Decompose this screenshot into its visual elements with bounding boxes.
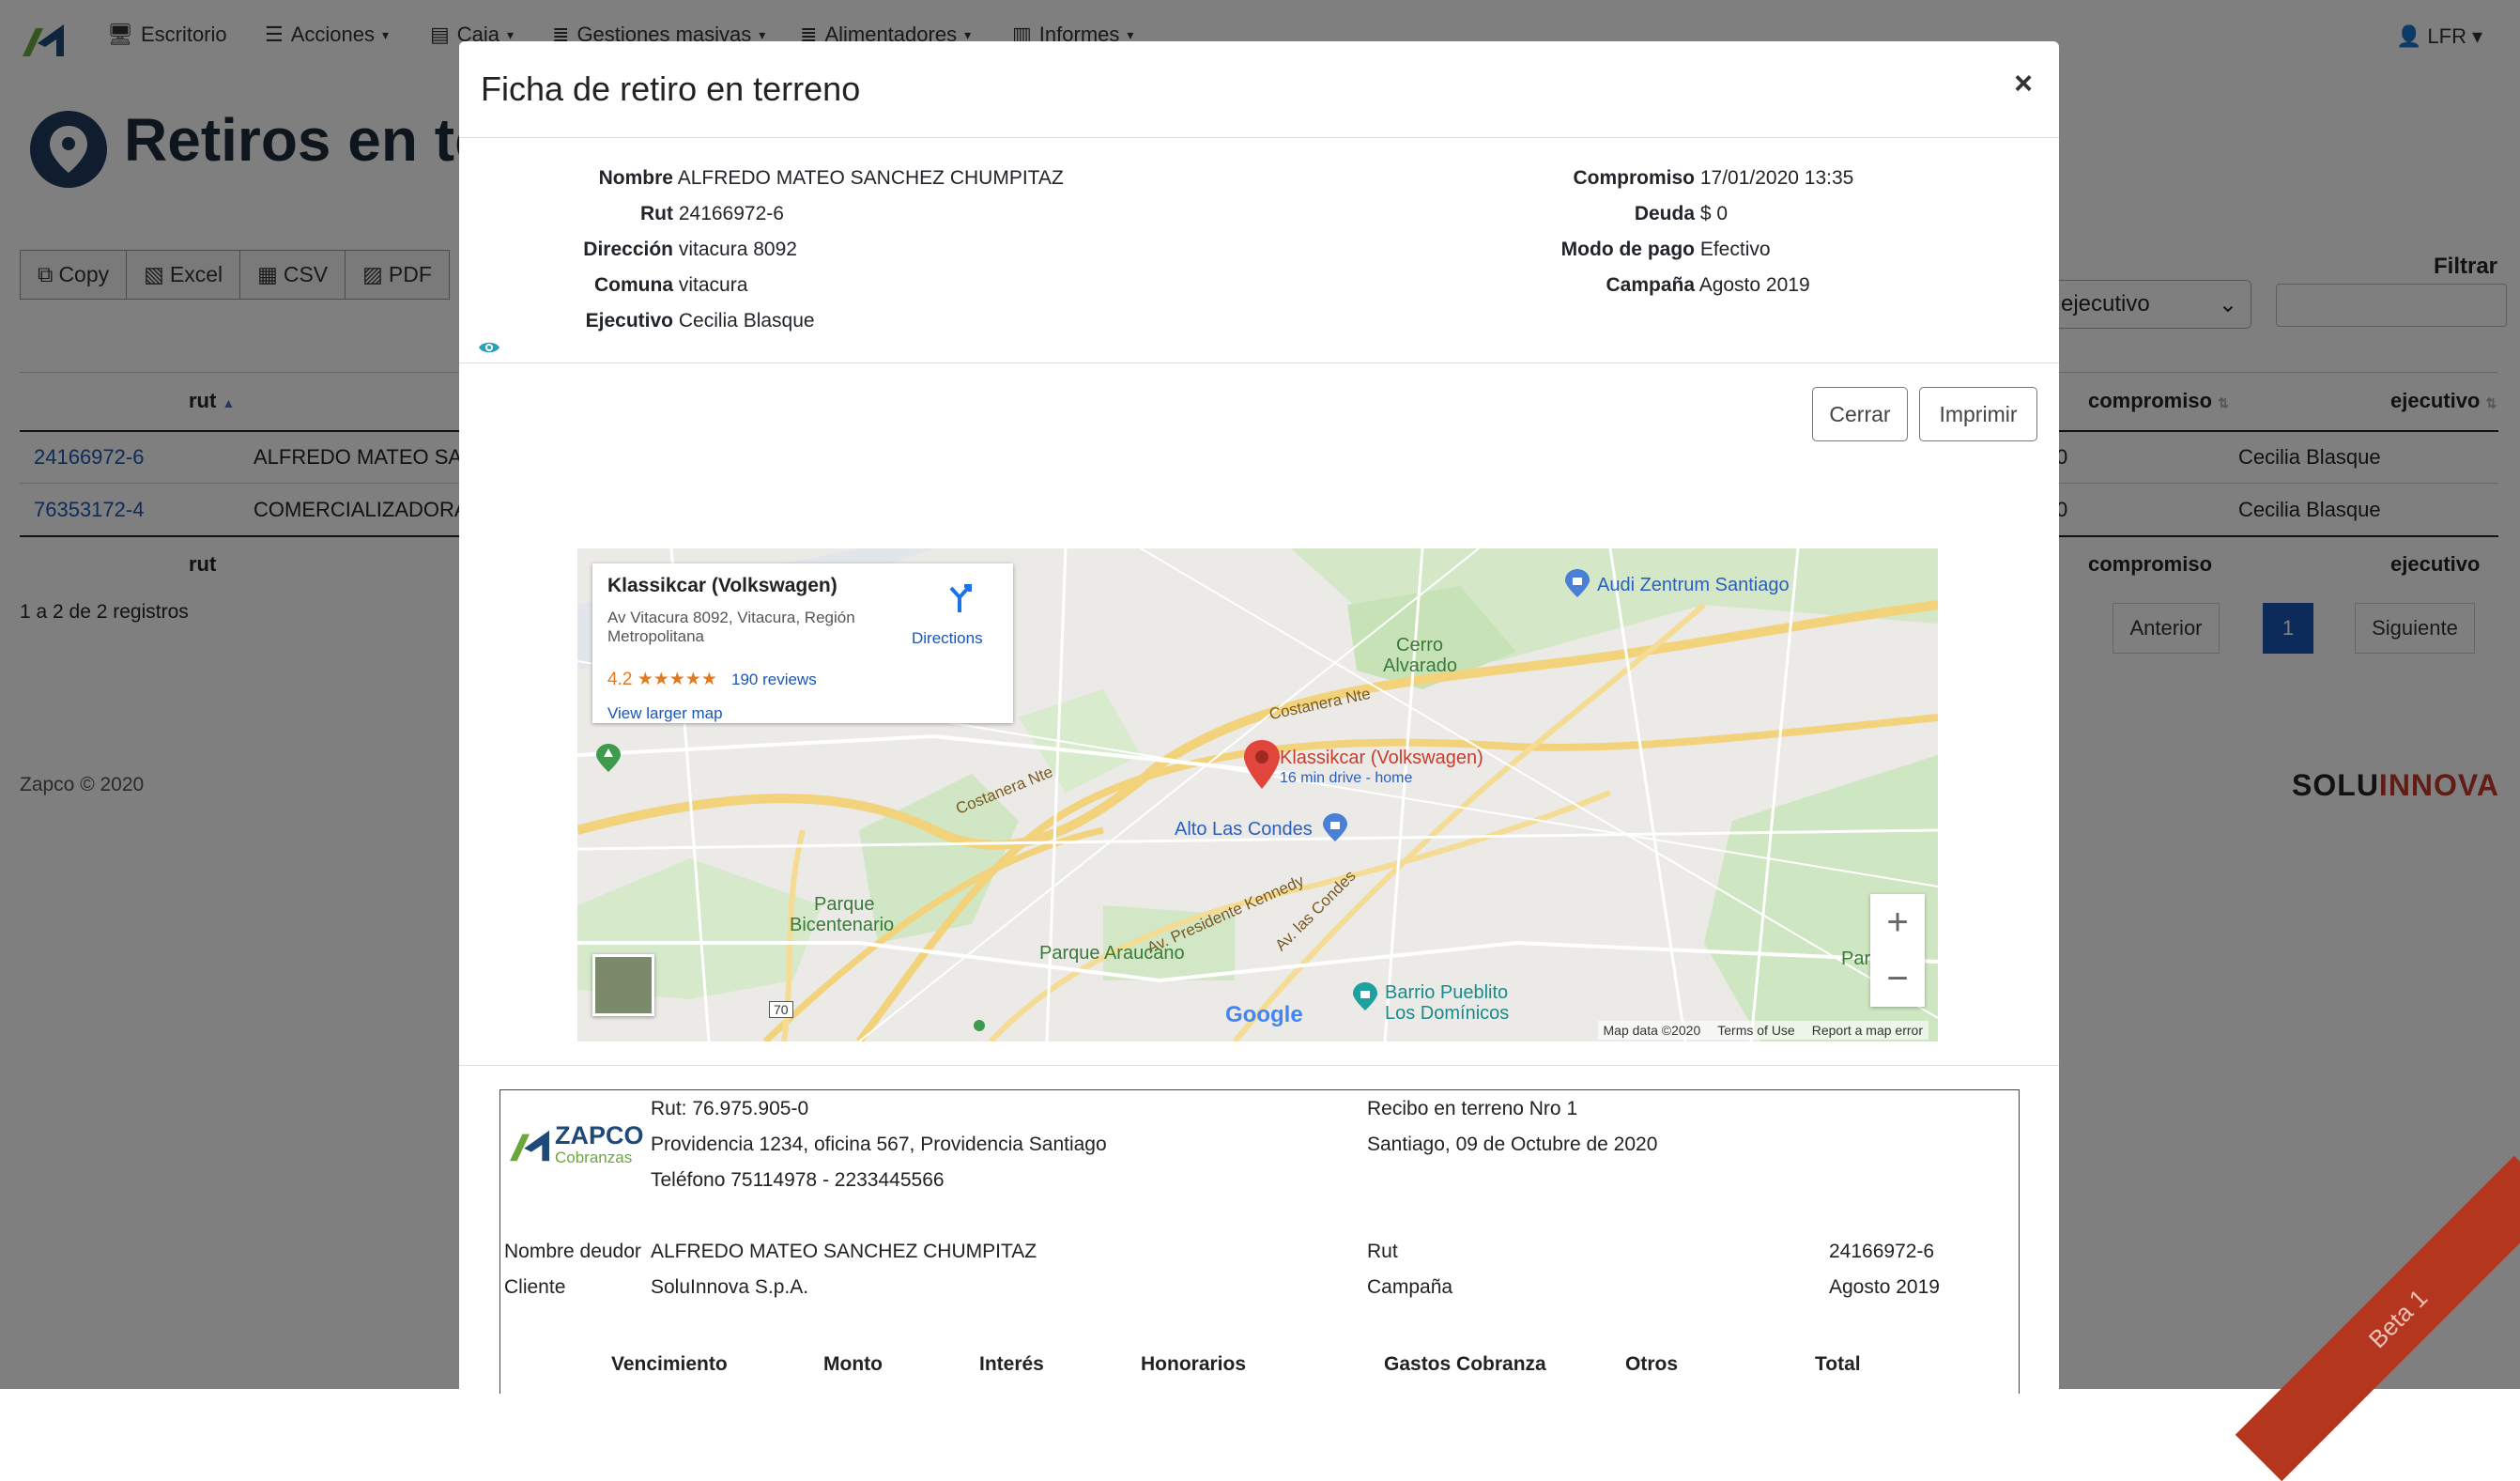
receipt-company-rut: Rut: 76.975.905-0 xyxy=(651,1098,809,1119)
receipt-company-address: Providencia 1234, oficina 567, Providenc… xyxy=(651,1134,1107,1155)
star-rating-icon: ★★★★★ xyxy=(637,670,717,689)
receipt-company-phone: Teléfono 75114978 - 2233445566 xyxy=(651,1169,945,1191)
receipt-date: Santiago, 09 de Octubre de 2020 xyxy=(1367,1134,1658,1155)
ficha-modal: Ficha de retiro en terreno × Nombre ALFR… xyxy=(459,41,2059,1394)
info-modo-pago: Modo de pago Efectivo xyxy=(1560,239,1771,260)
imprimir-button[interactable]: Imprimir xyxy=(1919,387,2037,441)
map-zoom-controls: + − xyxy=(1870,894,1925,1007)
receipt-col-otros: Otros xyxy=(1625,1353,1679,1375)
map-data-text: Map data ©2020 xyxy=(1603,1023,1701,1038)
receipt-rut-label: Rut xyxy=(1367,1241,1398,1262)
directions-link[interactable]: Directions xyxy=(912,629,983,648)
satellite-toggle[interactable] xyxy=(592,954,654,1016)
park-pin-icon xyxy=(596,744,621,772)
receipt: ZAPCO Cobranzas Rut: 76.975.905-0 Provide… xyxy=(499,1089,2020,1394)
map-label-barrio-pueblito[interactable]: Barrio Pueblito xyxy=(1385,982,1508,1004)
receipt-number: Recibo en terreno Nro 1 xyxy=(1367,1098,1578,1119)
map-label-parque-bicentenario: Parque xyxy=(814,894,875,915)
map-label-cerro-2: Alvarado xyxy=(1383,656,1457,676)
terms-link[interactable]: Terms of Use xyxy=(1717,1023,1794,1038)
map-attribution: Map data ©2020 Terms of Use Report a map… xyxy=(1597,1021,1928,1040)
place-title: Klassikcar (Volkswagen) xyxy=(607,575,837,596)
map-label-drive-time: 16 min drive - home xyxy=(1280,770,1413,786)
view-larger-map-link[interactable]: View larger map xyxy=(607,704,723,723)
map-place-card: Klassikcar (Volkswagen) Av Vitacura 8092… xyxy=(592,563,1013,723)
shopping-pin-icon xyxy=(1353,982,1377,1010)
place-reviews-link[interactable]: 190 reviews xyxy=(731,671,817,689)
cerrar-button[interactable]: Cerrar xyxy=(1812,387,1908,441)
place-rating: 4.2 ★★★★★ xyxy=(607,670,717,689)
info-direccion: Dirección vitacura 8092 xyxy=(583,239,797,260)
modal-header: Ficha de retiro en terreno × xyxy=(459,41,2059,138)
info-comuna: Comuna vitacura xyxy=(594,274,748,296)
info-ejecutivo: Ejecutivo Cecilia Blasque xyxy=(585,310,815,332)
map-label-alto-las-condes[interactable]: Alto Las Condes xyxy=(1175,819,1313,841)
report-error-link[interactable]: Report a map error xyxy=(1812,1023,1923,1038)
receipt-campana-label: Campaña xyxy=(1367,1276,1453,1298)
receipt-cliente: SoluInnova S.p.A. xyxy=(651,1276,809,1298)
receipt-deudor: ALFREDO MATEO SANCHEZ CHUMPITAZ xyxy=(651,1241,1037,1262)
receipt-cliente-label: Cliente xyxy=(504,1276,566,1298)
map-marker-icon[interactable] xyxy=(1244,740,1280,789)
modal-title: Ficha de retiro en terreno xyxy=(481,69,861,108)
info-campana: Campaña Agosto 2019 xyxy=(1606,274,1810,296)
receipt-col-total: Total xyxy=(1815,1353,1861,1375)
info-nombre: Nombre ALFREDO MATEO SANCHEZ CHUMPITAZ xyxy=(598,167,1064,189)
receipt-col-vencimiento: Vencimiento xyxy=(611,1353,728,1375)
map-label-los-dominicos: Los Domínicos xyxy=(1385,1003,1510,1024)
place-address: Av Vitacura 8092, Vitacura, Región Metro… xyxy=(607,609,855,645)
google-map[interactable]: Klassikcar (Volkswagen) Av Vitacura 8092… xyxy=(577,548,1938,1041)
zoom-out-button[interactable]: − xyxy=(1870,950,1925,1007)
receipt-deudor-label: Nombre deudor xyxy=(504,1241,641,1262)
map-label-par: Par xyxy=(1841,949,1871,969)
directions-icon[interactable] xyxy=(945,582,974,612)
receipt-rut: 24166972-6 xyxy=(1829,1241,1935,1262)
receipt-col-monto: Monto xyxy=(823,1353,883,1375)
receipt-col-gastos: Gastos Cobranza xyxy=(1384,1353,1546,1375)
map-label-cerro: Cerro xyxy=(1396,635,1444,656)
receipt-campana: Agosto 2019 xyxy=(1829,1276,1940,1298)
map-label-parque-araucano: Parque Araucano xyxy=(1039,943,1185,964)
eye-icon[interactable] xyxy=(478,340,500,355)
close-icon[interactable]: × xyxy=(2014,66,2033,102)
map-label-klassikcar[interactable]: Klassikcar (Volkswagen) xyxy=(1280,748,1483,769)
zapco-logo: ZAPCO Cobranzas xyxy=(510,1123,644,1167)
shopping-pin-icon xyxy=(1323,813,1347,841)
shopping-pin-icon xyxy=(1565,569,1590,597)
zapco-logo-icon xyxy=(510,1130,549,1162)
receipt-col-honorarios: Honorarios xyxy=(1141,1353,1247,1375)
zoom-in-button[interactable]: + xyxy=(1870,894,1925,950)
info-rut: Rut 24166972-6 xyxy=(640,203,784,224)
google-logo: Google xyxy=(1225,1002,1303,1027)
info-compromiso: Compromiso 17/01/2020 13:35 xyxy=(1573,167,1854,189)
map-divider xyxy=(459,1065,2059,1066)
map-label-parque-bicentenario-2: Bicentenario xyxy=(790,915,895,935)
map-label-audi[interactable]: Audi Zentrum Santiago xyxy=(1597,575,1790,596)
receipt-col-interes: Interés xyxy=(979,1353,1044,1375)
info-deuda: Deuda $ 0 xyxy=(1634,203,1729,224)
route-70-badge: 70 xyxy=(769,1001,793,1018)
